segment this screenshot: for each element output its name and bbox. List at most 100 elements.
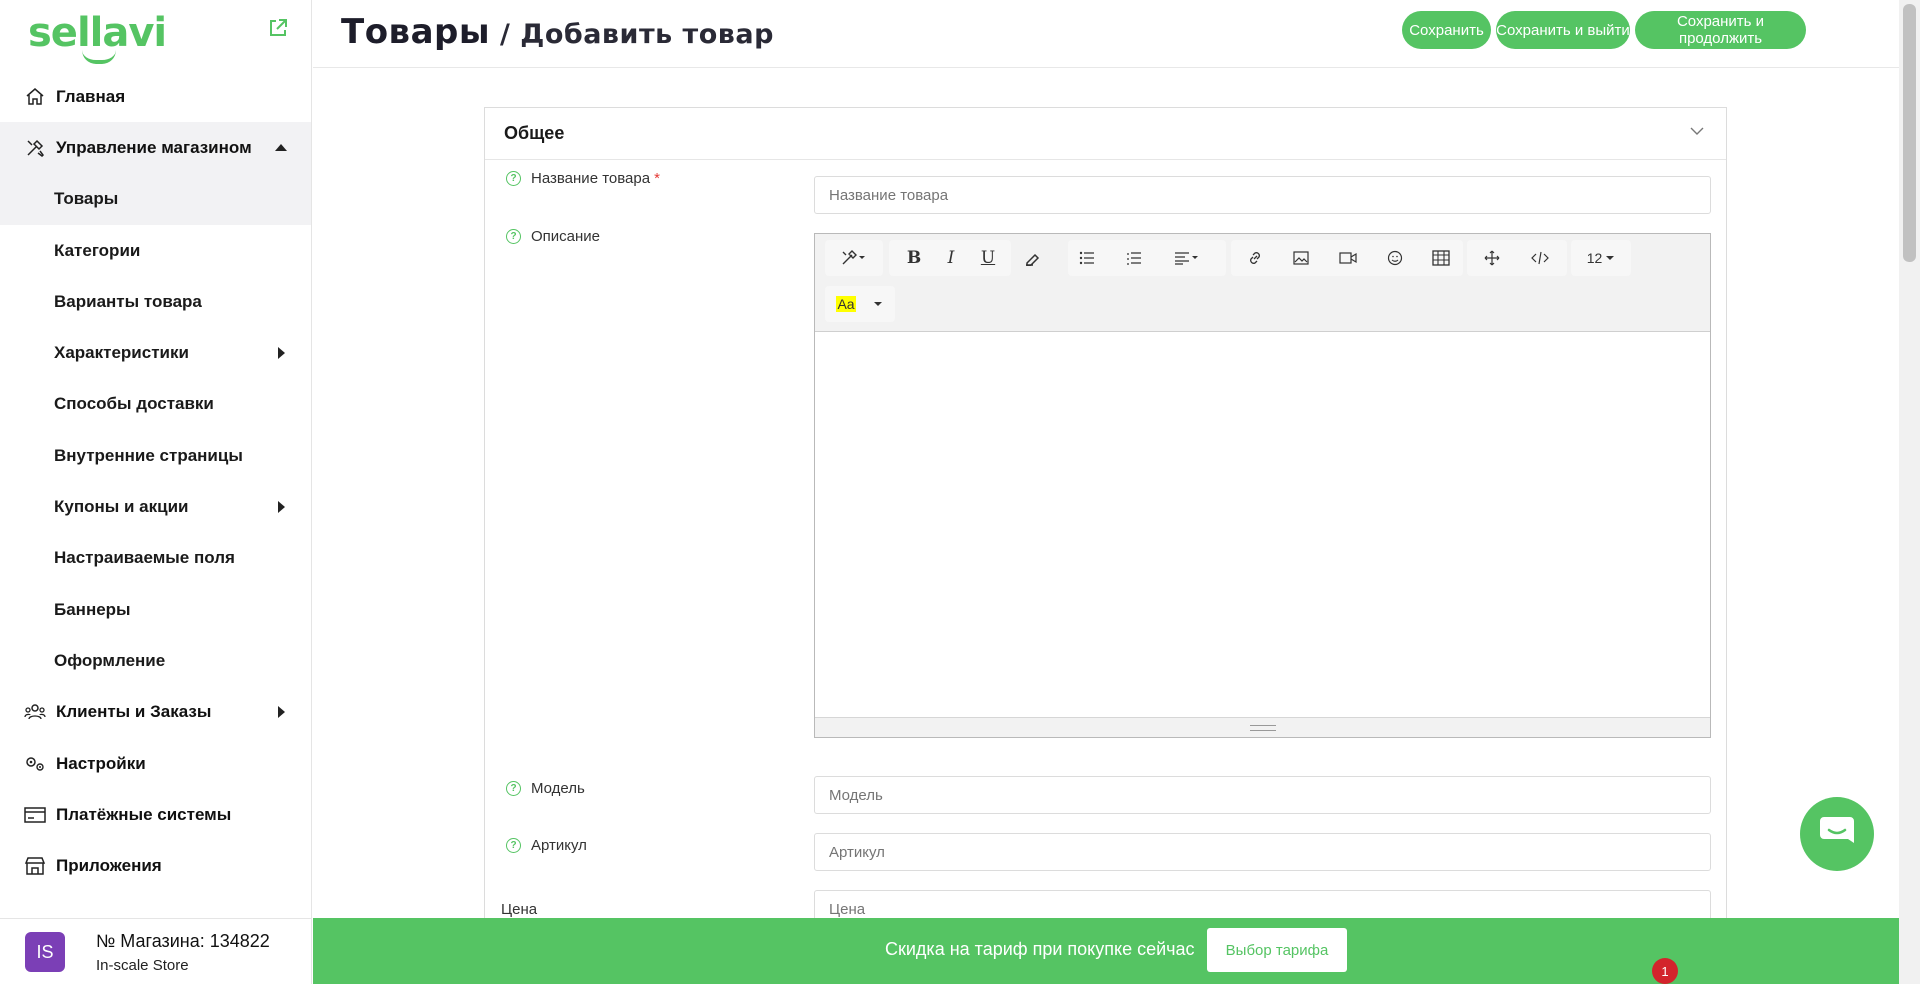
home-icon (24, 86, 46, 108)
align-icon[interactable] (1164, 241, 1210, 275)
sidebar-item-label: Платёжные системы (56, 804, 232, 824)
sidebar-item-label: Главная (56, 86, 126, 106)
sku-label: ? Артикул (506, 837, 587, 854)
editor-content-area[interactable] (815, 332, 1710, 719)
underline-icon[interactable]: U (971, 241, 1005, 275)
emoji-icon[interactable] (1378, 241, 1412, 275)
chat-icon (1818, 815, 1856, 854)
notification-badge[interactable]: 1 (1652, 958, 1678, 984)
editor-resize-bar[interactable] (815, 717, 1710, 737)
logo-smile (82, 50, 116, 64)
avatar: IS (25, 932, 65, 972)
sidebar-item-label: Оформление (54, 650, 166, 670)
sidebar-item-label: Варианты товара (54, 291, 202, 311)
help-icon[interactable]: ? (506, 229, 521, 244)
store-name: In-scale Store (96, 957, 189, 974)
link-icon[interactable] (1238, 241, 1272, 275)
tools-icon (24, 137, 46, 159)
description-label: ? Описание (506, 228, 600, 245)
chevron-down-icon[interactable] (1690, 124, 1704, 138)
code-view-icon[interactable] (1523, 241, 1557, 275)
section-header[interactable]: Общее (485, 108, 1726, 160)
sidebar-item-custom-fields[interactable]: Настраиваемые поля (0, 533, 311, 584)
sidebar-item-apps[interactable]: Приложения (0, 840, 311, 891)
caret-up-icon (275, 143, 287, 151)
sidebar-nav: Главная Управление магазином Товары Кате… (0, 71, 311, 892)
caret-right-icon (278, 501, 285, 514)
bold-icon[interactable]: B (897, 241, 931, 275)
page-scrollbar[interactable] (1899, 0, 1920, 984)
highlight-color-button[interactable]: Aa (829, 287, 863, 321)
card-icon (24, 804, 46, 826)
sidebar-item-banners[interactable]: Баннеры (0, 584, 311, 635)
sidebar-item-label: Управление магазином (56, 137, 252, 157)
title-separator: / (490, 19, 521, 50)
store-number: № Магазина: 134822 (96, 931, 270, 951)
section-title: Общее (504, 123, 565, 143)
model-label-text: Модель (531, 780, 585, 797)
eraser-icon[interactable] (1015, 241, 1049, 275)
external-link-icon[interactable] (268, 18, 288, 38)
sidebar-item-categories[interactable]: Категории (0, 225, 311, 276)
help-icon[interactable]: ? (506, 781, 521, 796)
table-icon[interactable] (1424, 241, 1458, 275)
store-info[interactable]: IS № Магазина: 134822 In-scale Store (0, 918, 311, 984)
color-dropdown-icon[interactable] (865, 287, 891, 321)
sidebar-item-label: Настраиваемые поля (54, 548, 235, 568)
price-input[interactable] (814, 890, 1711, 918)
sku-input[interactable] (814, 833, 1711, 871)
sidebar-item-label: Способы доставки (54, 394, 214, 414)
general-section: Общее ? Название товара* ? Описание (484, 107, 1727, 918)
required-mark: * (654, 170, 660, 187)
choose-plan-button[interactable]: Выбор тарифа (1207, 928, 1347, 972)
bullet-list-icon[interactable] (1070, 241, 1104, 275)
users-icon (24, 701, 46, 723)
sidebar-item-label: Внутренние страницы (54, 445, 243, 465)
save-continue-button[interactable]: Сохранить и продолжить (1635, 11, 1806, 49)
magic-style-icon[interactable] (831, 241, 877, 275)
sidebar-item-pages[interactable]: Внутренние страницы (0, 430, 311, 481)
description-editor: B I U 12 Aa (814, 233, 1711, 738)
image-icon[interactable] (1284, 241, 1318, 275)
sidebar-item-design[interactable]: Оформление (0, 635, 311, 686)
sidebar-item-coupons[interactable]: Купоны и акции (0, 481, 311, 532)
sidebar-item-attributes[interactable]: Характеристики (0, 327, 311, 378)
title-main: Товары (341, 12, 491, 52)
save-button[interactable]: Сохранить (1402, 11, 1491, 49)
sidebar-item-label: Баннеры (54, 599, 131, 619)
model-input[interactable] (814, 776, 1711, 814)
video-icon[interactable] (1331, 241, 1365, 275)
sidebar: sellavi Главная Управление магазином Тов… (0, 0, 312, 984)
sidebar-item-home[interactable]: Главная (0, 71, 311, 122)
chat-button[interactable] (1800, 797, 1874, 871)
sidebar-item-delivery[interactable]: Способы доставки (0, 379, 311, 430)
logo-row: sellavi (28, 10, 290, 64)
toolbar-group-font: B I U (889, 240, 1011, 276)
page-title: Товары / Добавить товар (341, 12, 774, 52)
resize-grip-icon[interactable] (1249, 725, 1276, 731)
sidebar-item-customers-orders[interactable]: Клиенты и Заказы (0, 687, 311, 738)
save-exit-button[interactable]: Сохранить и выйти (1496, 11, 1630, 49)
font-size-select[interactable]: 12 (1579, 241, 1623, 275)
numbered-list-icon[interactable] (1117, 241, 1151, 275)
gears-icon (24, 753, 46, 775)
sku-label-text: Артикул (531, 837, 587, 854)
product-name-input[interactable] (814, 176, 1711, 214)
fullscreen-icon[interactable] (1475, 241, 1509, 275)
help-icon[interactable]: ? (506, 171, 521, 186)
sidebar-item-settings[interactable]: Настройки (0, 738, 311, 789)
store-icon (24, 855, 46, 877)
sidebar-item-variants[interactable]: Варианты товара (0, 276, 311, 327)
help-icon[interactable]: ? (506, 838, 521, 853)
sidebar-item-store-management[interactable]: Управление магазином (0, 122, 311, 174)
main-content: Общее ? Название товара* ? Описание (313, 69, 1899, 918)
sidebar-item-label: Клиенты и Заказы (56, 702, 212, 722)
page-header: Товары / Добавить товар Сохранить Сохран… (313, 0, 1899, 68)
sidebar-item-products[interactable]: Товары (0, 173, 311, 225)
scrollbar-thumb[interactable] (1903, 4, 1916, 262)
italic-icon[interactable]: I (934, 241, 968, 275)
description-label-text: Описание (531, 228, 601, 245)
sidebar-item-payments[interactable]: Платёжные системы (0, 789, 311, 840)
name-label-text: Название товара (531, 170, 651, 187)
model-label: ? Модель (506, 780, 585, 797)
